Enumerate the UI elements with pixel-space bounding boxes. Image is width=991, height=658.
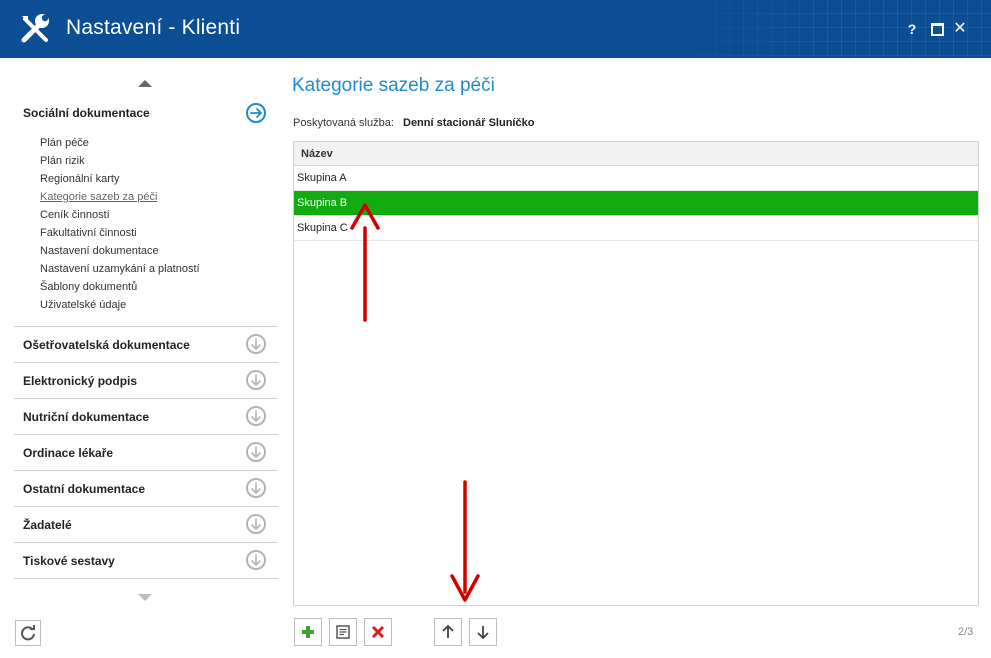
sidebar-item-regionalni-karty[interactable]: Regionální karty xyxy=(40,172,200,190)
sidebar-item-sablony-dokumentu[interactable]: Šablony dokumentů xyxy=(40,280,200,298)
table-row[interactable]: Skupina C xyxy=(294,216,978,241)
service-label: Poskytovaná služba: xyxy=(293,117,394,129)
sidebar-item-fakultativni-cinnosti[interactable]: Fakultativní činnosti xyxy=(40,226,200,244)
sidebar-section-label: Ostatní dokumentace xyxy=(23,482,146,496)
sidebar-item-plan-pece[interactable]: Plán péče xyxy=(40,136,200,154)
sidebar-scroll-up-icon[interactable] xyxy=(138,80,152,87)
delete-button[interactable] xyxy=(364,618,392,646)
arrow-down-circle-icon[interactable] xyxy=(246,550,266,570)
table-cell: Skupina B xyxy=(297,197,348,209)
arrow-right-circle-icon[interactable] xyxy=(246,103,266,123)
edit-document-icon xyxy=(336,625,350,639)
delete-x-icon xyxy=(371,625,385,639)
arrow-down-circle-icon[interactable] xyxy=(246,406,266,426)
sidebar-section-label: Ordinace lékaře xyxy=(23,446,114,460)
arrow-down-circle-icon[interactable] xyxy=(246,442,266,462)
refresh-button[interactable] xyxy=(15,620,41,646)
sidebar-section-osetrovatelska[interactable]: Ošetřovatelská dokumentace xyxy=(14,326,278,362)
move-up-button[interactable] xyxy=(434,618,462,646)
sidebar-section-label: Žadatelé xyxy=(23,518,72,532)
close-button[interactable]: ✕ xyxy=(951,20,969,38)
window-title: Nastavení - Klienti xyxy=(66,16,241,39)
add-button[interactable] xyxy=(294,618,322,646)
sidebar: Sociální dokumentace Plán péče Plán rizi… xyxy=(0,58,280,658)
divider xyxy=(14,578,278,579)
sidebar-section-label: Ošetřovatelská dokumentace xyxy=(23,338,190,352)
sidebar-section-ordinace-lekare[interactable]: Ordinace lékaře xyxy=(14,434,278,470)
arrow-down-circle-icon[interactable] xyxy=(246,370,266,390)
service-value: Denní stacionář Sluníčko xyxy=(403,117,535,129)
edit-button[interactable] xyxy=(329,618,357,646)
wrench-screwdriver-icon xyxy=(21,14,49,43)
arrow-up-icon xyxy=(442,624,454,638)
arrow-down-icon xyxy=(477,626,489,640)
sidebar-section-socialni-dokumentace[interactable]: Sociální dokumentace xyxy=(23,106,150,120)
help-button[interactable]: ? xyxy=(903,20,921,38)
pager-count: 2/3 xyxy=(958,626,974,638)
table-cell: Skupina A xyxy=(297,172,347,184)
sidebar-section-elektronicky-podpis[interactable]: Elektronický podpis xyxy=(14,362,278,398)
categories-table: Název Skupina A Skupina B Skupina C xyxy=(293,141,979,606)
sidebar-section-zadatele[interactable]: Žadatelé xyxy=(14,506,278,542)
sidebar-section-label: Elektronický podpis xyxy=(23,374,138,388)
column-header-nazev[interactable]: Název xyxy=(301,148,333,160)
table-cell: Skupina C xyxy=(297,222,348,234)
sidebar-item-nastaveni-uzamykani[interactable]: Nastavení uzamykání a platností xyxy=(40,262,200,280)
sidebar-item-nastaveni-dokumentace[interactable]: Nastavení dokumentace xyxy=(40,244,200,262)
sidebar-item-kategorie-sazeb[interactable]: Kategorie sazeb za péči xyxy=(40,190,200,208)
title-bar: Nastavení - Klienti ? ✕ xyxy=(0,0,991,58)
sidebar-scroll-down-icon[interactable] xyxy=(138,594,152,601)
arrow-down-circle-icon[interactable] xyxy=(246,478,266,498)
sidebar-section-label: Nutriční dokumentace xyxy=(23,410,150,424)
plus-icon xyxy=(302,626,314,638)
sidebar-section-label: Tiskové sestavy xyxy=(23,554,115,568)
sidebar-section-nutricni[interactable]: Nutriční dokumentace xyxy=(14,398,278,434)
refresh-icon xyxy=(21,625,35,641)
sidebar-sub-list: Plán péče Plán rizik Regionální karty Ka… xyxy=(40,136,200,316)
table-row[interactable]: Skupina A xyxy=(294,166,978,191)
arrow-down-circle-icon[interactable] xyxy=(246,514,266,534)
sidebar-item-uzivatelske-udaje[interactable]: Uživatelské údaje xyxy=(40,298,200,316)
move-down-button[interactable] xyxy=(469,618,497,646)
sidebar-item-plan-rizik[interactable]: Plán rizik xyxy=(40,154,200,172)
page-title: Kategorie sazeb za péči xyxy=(292,75,495,96)
table-header: Název xyxy=(294,142,978,166)
maximize-button[interactable] xyxy=(928,20,946,38)
maximize-icon xyxy=(930,22,944,36)
sidebar-section-tiskove-sestavy[interactable]: Tiskové sestavy xyxy=(14,542,278,578)
sidebar-section-ostatni[interactable]: Ostatní dokumentace xyxy=(14,470,278,506)
arrow-down-circle-icon[interactable] xyxy=(246,334,266,354)
table-row-selected[interactable]: Skupina B xyxy=(294,191,978,216)
sidebar-item-cenik-cinnosti[interactable]: Ceník činností xyxy=(40,208,200,226)
